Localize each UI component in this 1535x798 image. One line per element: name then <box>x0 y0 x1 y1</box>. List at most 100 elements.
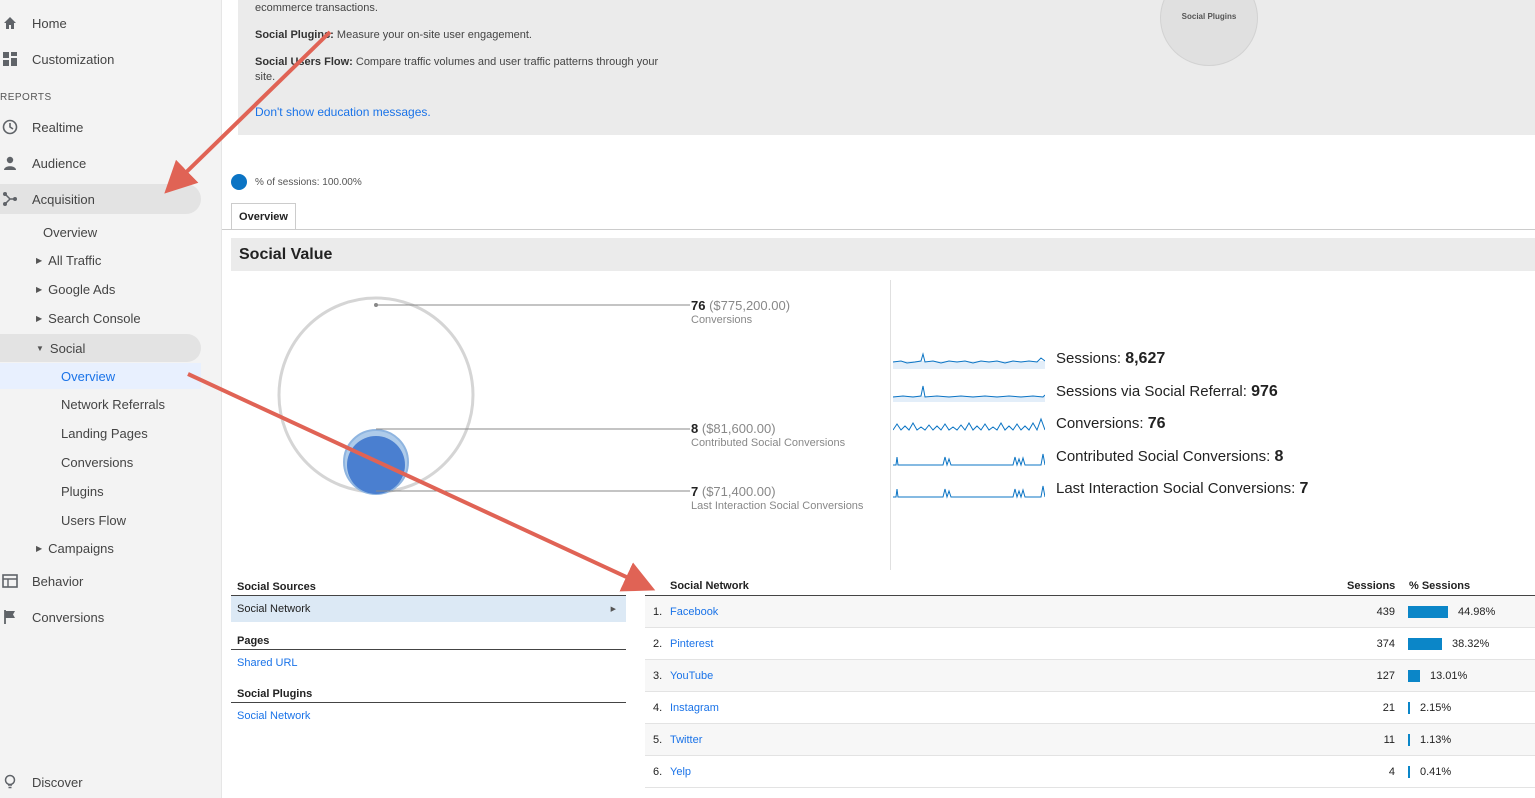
spark-last-value: 7 <box>1299 480 1309 497</box>
col-sessions[interactable]: Sessions <box>1347 580 1395 592</box>
pct-sessions-bar <box>1408 702 1410 714</box>
row-index: 1. <box>653 606 663 618</box>
social-network-row[interactable]: Social Network ▶ <box>231 596 626 622</box>
lightbulb-icon <box>4 774 16 789</box>
nav-home[interactable]: Home <box>0 8 201 38</box>
nav-campaigns[interactable]: ▶ Campaigns <box>36 535 114 561</box>
nav-acquisition[interactable]: Acquisition <box>0 184 201 214</box>
sessions-sparkline <box>893 352 1045 369</box>
spark-last-interaction[interactable]: Last Interaction Social Conversions: 7 <box>893 477 1308 501</box>
nav-realtime-label: Realtime <box>32 119 84 135</box>
nav-users-flow-label: Users Flow <box>61 512 127 528</box>
pct-sessions-bar <box>1408 734 1410 746</box>
spark-sessions[interactable]: Sessions: 8,627 <box>893 347 1165 371</box>
nav-acquisition-label: Acquisition <box>32 191 95 207</box>
nav-social[interactable]: ▼ Social <box>0 334 201 362</box>
table-row: 1. Facebook 439 44.98% <box>645 596 1535 628</box>
clock-icon <box>2 119 18 135</box>
spark-conversions-value: 76 <box>1147 415 1166 432</box>
shared-url-link[interactable]: Shared URL <box>231 650 626 676</box>
social-network-table-body: 1. Facebook 439 44.98% 2. Pinterest 374 38.32% 3… <box>645 596 1535 788</box>
pct-sessions-value: 13.01% <box>1430 670 1468 682</box>
nav-acq-overview[interactable]: Overview <box>43 219 97 245</box>
metric-last-money: ($71,400.00) <box>701 484 776 499</box>
sessions-value: 127 <box>1376 670 1395 682</box>
social-plugins-bubble-label: Social Plugins <box>1181 12 1237 21</box>
caret-right-icon: ▶ <box>36 313 43 323</box>
nav-landing-pages[interactable]: Landing Pages <box>0 420 201 446</box>
nav-users-flow[interactable]: Users Flow <box>0 507 201 533</box>
spark-sessions-value: 8,627 <box>1125 350 1166 367</box>
nav-behavior[interactable]: Behavior <box>0 566 201 596</box>
pct-sessions-bar <box>1408 766 1410 778</box>
nav-search-console-label: Search Console <box>48 310 141 326</box>
spark-contributed-text: Contributed Social Conversions: 8 <box>1056 448 1283 466</box>
banner-line-plugins: Social Plugins: Measure your on-site use… <box>255 29 532 41</box>
nav-social-label: Social <box>49 340 86 356</box>
metric-last-interaction: 7 ($71,400.00) Last Interaction Social C… <box>691 484 863 512</box>
nav-social-overview-label: Overview <box>61 368 116 384</box>
nav-social-conversions-label: Conversions <box>61 454 134 470</box>
social-network-table-header: Social Network Sessions % Sessions <box>645 578 1535 596</box>
spark-social-referral-value: 976 <box>1251 383 1278 400</box>
nav-social-conversions[interactable]: Conversions <box>0 449 201 475</box>
col-pct-sessions[interactable]: % Sessions <box>1409 580 1470 592</box>
network-link[interactable]: Instagram <box>670 702 719 714</box>
nav-network-referrals[interactable]: Network Referrals <box>0 391 201 417</box>
pct-sessions-value: 0.41% <box>1420 766 1452 778</box>
caret-right-icon: ▶ <box>36 255 43 265</box>
table-row: 3. YouTube 127 13.01% <box>645 660 1535 692</box>
last-interaction-sparkline <box>893 485 1045 499</box>
row-index: 3. <box>653 670 663 682</box>
nav-plugins-label: Plugins <box>61 483 104 499</box>
nav-discover[interactable]: Discover <box>0 767 201 797</box>
nav-audience-label: Audience <box>32 155 87 171</box>
social-network-row-label: Social Network <box>237 603 311 615</box>
nav-plugins[interactable]: Plugins <box>0 478 201 504</box>
spark-social-referral[interactable]: Sessions via Social Referral: 976 <box>893 380 1278 404</box>
nav-social-overview[interactable]: Overview <box>0 363 201 389</box>
flag-icon <box>4 610 15 624</box>
pct-sessions-value: 44.98% <box>1458 606 1496 618</box>
nav-audience[interactable]: Audience <box>0 148 201 178</box>
nav-behavior-label: Behavior <box>32 573 84 589</box>
social-value-circles <box>277 296 690 495</box>
spark-contributed[interactable]: Contributed Social Conversions: 8 <box>893 445 1283 469</box>
pct-sessions-bar <box>1408 638 1442 650</box>
social-value-header: Social Value <box>231 238 1535 271</box>
spark-social-referral-label: Sessions via Social Referral: <box>1056 383 1252 400</box>
nav-conversions[interactable]: Conversions <box>0 602 201 632</box>
nav-customization[interactable]: Customization <box>0 44 201 74</box>
col-social-network: Social Network <box>670 580 749 592</box>
nav-google-ads[interactable]: ▶ Google Ads <box>36 276 115 302</box>
metric-last-value: 7 <box>691 484 699 499</box>
table-row: 6. Yelp 4 0.41% <box>645 756 1535 788</box>
nav-campaigns-label: Campaigns <box>48 540 114 556</box>
spark-conversions[interactable]: Conversions: 76 <box>893 412 1166 436</box>
spark-conversions-label: Conversions: <box>1056 415 1148 432</box>
tab-overview[interactable]: Overview <box>231 203 296 230</box>
vis-divider <box>890 280 891 570</box>
network-link[interactable]: Pinterest <box>670 638 713 650</box>
contributed-sparkline <box>893 453 1045 467</box>
network-link[interactable]: Yelp <box>670 766 691 778</box>
banner-line-flow-2: site. <box>255 71 276 83</box>
nav-realtime[interactable]: Realtime <box>0 112 201 142</box>
education-banner: ecommerce transactions. Social Plugins: … <box>238 0 1535 135</box>
banner-flow-title: Social Users Flow: <box>255 56 353 68</box>
network-link[interactable]: Facebook <box>670 606 718 618</box>
spark-contributed-label: Contributed Social Conversions: <box>1056 448 1275 465</box>
conversions-sparkline <box>893 417 1045 432</box>
table-row: 5. Twitter 11 1.13% <box>645 724 1535 756</box>
social-plugins-network-link[interactable]: Social Network <box>231 703 626 729</box>
dont-show-education-link[interactable]: Don't show education messages. <box>255 105 431 119</box>
metric-conversions-money: ($775,200.00) <box>709 298 791 313</box>
network-link[interactable]: Twitter <box>670 734 702 746</box>
network-link[interactable]: YouTube <box>670 670 713 682</box>
nav-search-console[interactable]: ▶ Search Console <box>36 305 141 331</box>
nav-all-traffic[interactable]: ▶ All Traffic <box>36 247 101 273</box>
nav-google-ads-label: Google Ads <box>48 281 116 297</box>
sessions-value: 21 <box>1382 702 1395 714</box>
metric-conversions-value: 76 <box>691 298 706 313</box>
banner-plugins-text: Measure your on-site user engagement. <box>333 29 532 41</box>
